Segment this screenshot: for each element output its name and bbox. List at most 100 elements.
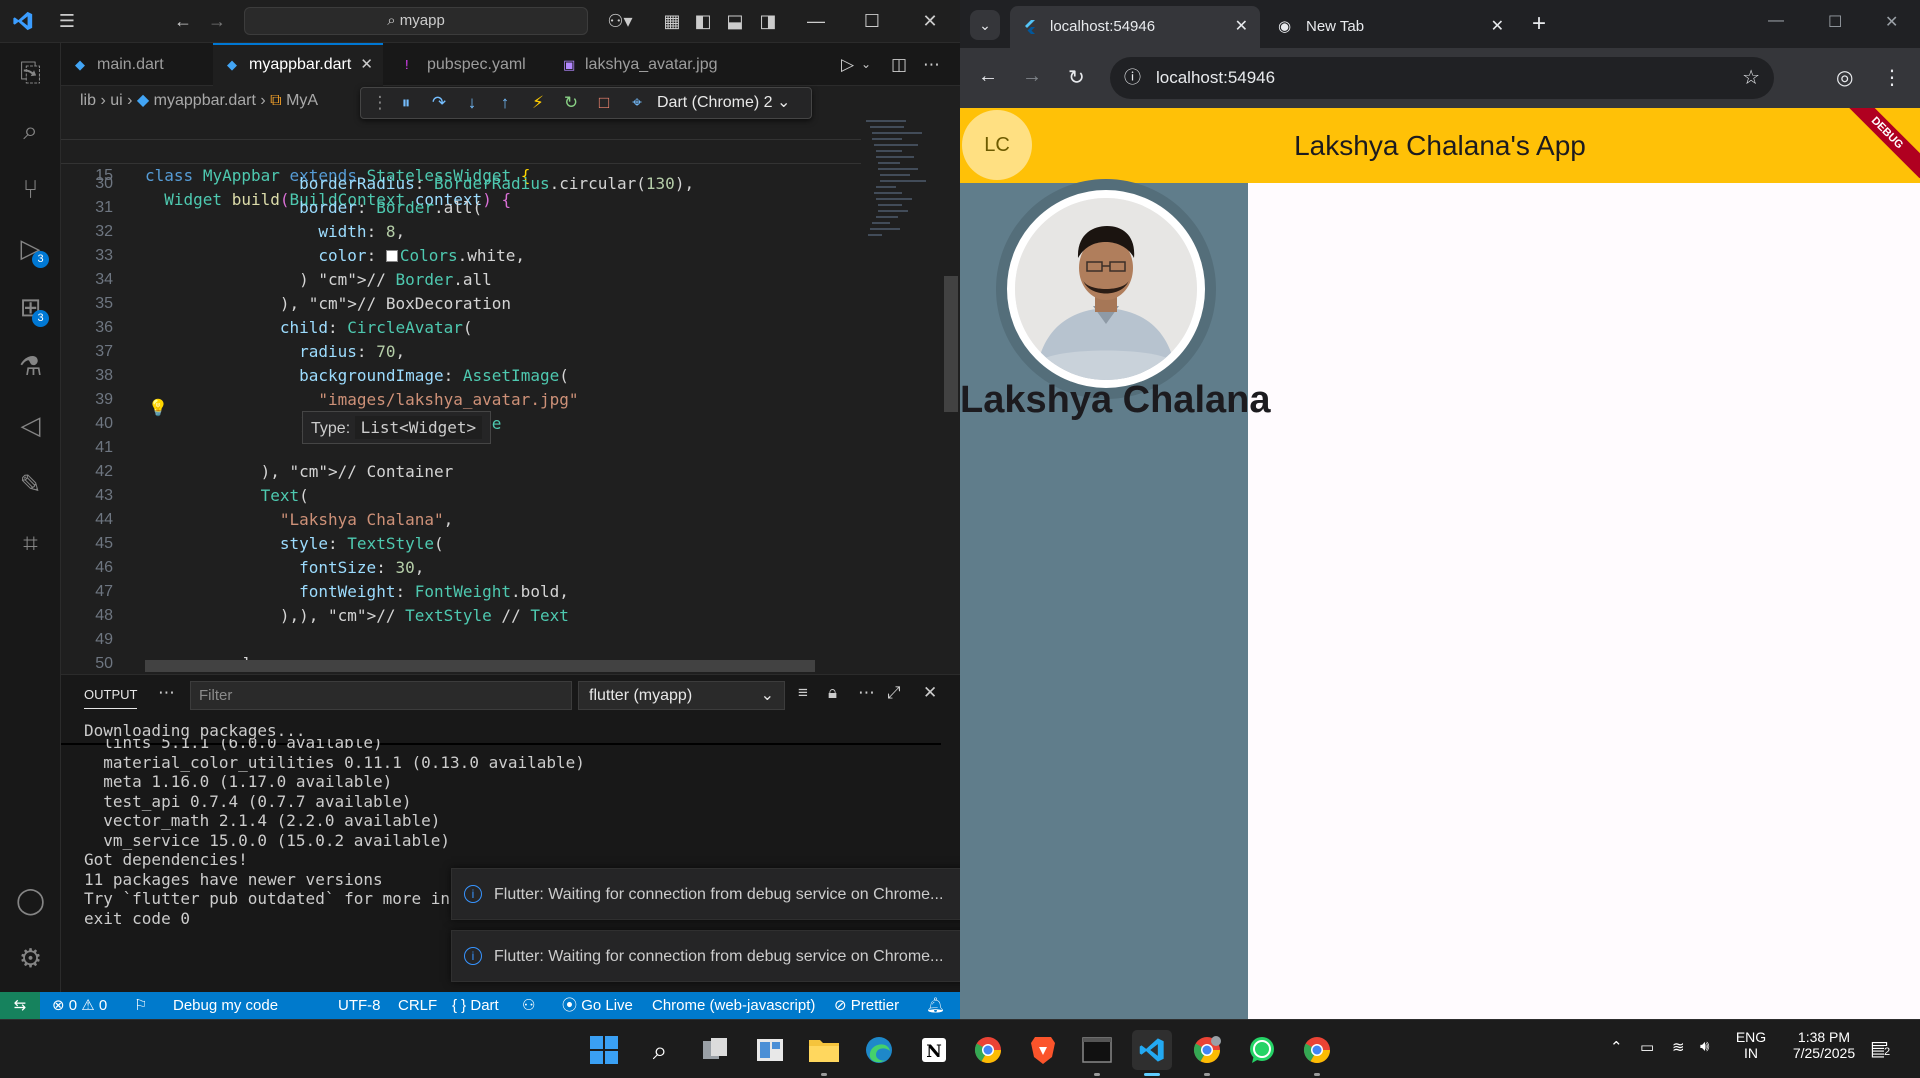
- toggle-secondary-sidebar-icon[interactable]: ◨: [755, 8, 781, 34]
- run-dropdown-icon[interactable]: ⌄: [861, 43, 871, 86]
- editor-scrollbar[interactable]: [944, 276, 958, 412]
- remote-indicator-icon[interactable]: ⇆: [0, 992, 40, 1019]
- edit-icon[interactable]: ✎: [0, 455, 61, 513]
- site-info-icon[interactable]: ⓘ: [1124, 57, 1141, 99]
- code-line[interactable]: 38 backgroundImage: AssetImage(: [61, 364, 861, 388]
- chrome-icon[interactable]: [968, 1030, 1008, 1070]
- sticky-line[interactable]: 7 class MyAppbar extends StatelessWidget…: [61, 116, 861, 185]
- debug-target-select[interactable]: Dart (Chrome) 2 ⌄: [657, 88, 790, 118]
- maximize-button[interactable]: ☐: [852, 6, 892, 36]
- extensions-icon[interactable]: ⊞ 3: [0, 278, 61, 336]
- more-actions-icon[interactable]: ⋯: [923, 43, 940, 86]
- run-icon[interactable]: ▷: [841, 43, 854, 86]
- close-panel-icon[interactable]: ✕: [923, 683, 937, 703]
- maximize-panel-icon[interactable]: ⤢: [887, 683, 901, 703]
- sticky-line[interactable]: 15 Widget build(BuildContext context) {: [61, 140, 861, 209]
- lightbulb-icon[interactable]: 💡: [148, 398, 168, 417]
- code-line[interactable]: 39 "images/lakshya_avatar.jpg": [61, 388, 861, 412]
- new-tab-plus-icon[interactable]: +: [1532, 10, 1546, 38]
- code-line[interactable]: 46 fontSize: 30,: [61, 556, 861, 580]
- reload-icon[interactable]: ↻: [1068, 65, 1085, 90]
- wifi-icon[interactable]: ≋: [1672, 1038, 1685, 1056]
- notification-toast[interactable]: i Flutter: Waiting for connection from de…: [451, 930, 1011, 982]
- file-explorer-icon[interactable]: [804, 1030, 844, 1076]
- device-status[interactable]: Chrome (web-javascript): [652, 992, 815, 1019]
- windows-start-icon[interactable]: [584, 1030, 624, 1070]
- restart-icon[interactable]: ↻: [556, 88, 586, 118]
- color-swatch[interactable]: [385, 250, 398, 262]
- more-icon[interactable]: ⋯: [158, 683, 175, 703]
- code-editor[interactable]: 7 class MyAppbar extends StatelessWidget…: [61, 116, 960, 674]
- minimize-button[interactable]: —: [796, 6, 836, 36]
- stop-icon[interactable]: □: [589, 88, 619, 118]
- back-arrow-icon[interactable]: ←: [170, 8, 196, 34]
- code-line[interactable]: 44 "Lakshya Chalana",: [61, 508, 861, 532]
- toggle-panel-icon[interactable]: ⬓: [722, 8, 748, 34]
- battery-icon[interactable]: ▭: [1640, 1038, 1654, 1056]
- close-button[interactable]: ✕: [910, 6, 950, 36]
- settings-gear-icon[interactable]: ⚙: [0, 929, 61, 987]
- code-line[interactable]: 32 width: 8,: [61, 220, 861, 244]
- breadcrumb-ui[interactable]: ui: [110, 92, 122, 109]
- testing-icon[interactable]: ⚗: [0, 337, 61, 395]
- toggle-sidebar-icon[interactable]: ◧: [690, 8, 716, 34]
- go-live-status[interactable]: ⦿ Go Live: [562, 992, 633, 1019]
- search-view-icon[interactable]: ⌕: [0, 101, 61, 159]
- account-icon[interactable]: ◯: [0, 871, 61, 929]
- task-view-icon[interactable]: [695, 1030, 735, 1070]
- code-line[interactable]: 30 borderRadius: BorderRadius.circular(1…: [61, 172, 861, 196]
- notion-icon[interactable]: N: [914, 1030, 954, 1070]
- problems-status[interactable]: ⊗ 0 ⚠ 0: [52, 992, 107, 1019]
- language-indicator[interactable]: ENG IN: [1734, 1029, 1768, 1061]
- back-arrow-icon[interactable]: ←: [978, 65, 998, 88]
- notification-center-icon[interactable]: ▤ 2: [1870, 1036, 1891, 1061]
- code-line[interactable]: 43 Text(: [61, 484, 861, 508]
- split-editor-icon[interactable]: ◫: [891, 43, 907, 86]
- forward-arrow-icon[interactable]: →: [1022, 65, 1042, 88]
- notifications-bell-icon[interactable]: 🔔︎: [926, 992, 945, 1019]
- prettier-status[interactable]: ⊘ Prettier: [834, 992, 899, 1019]
- brave-icon[interactable]: [1023, 1030, 1063, 1070]
- clock[interactable]: 1:38 PM 7/25/2025: [1784, 1029, 1864, 1061]
- maximize-button[interactable]: ☐: [1828, 12, 1842, 32]
- code-line[interactable]: 42 ), "cm">// Container: [61, 460, 861, 484]
- customize-layout-icon[interactable]: ▦: [659, 8, 685, 34]
- encoding-status[interactable]: UTF-8: [338, 992, 381, 1019]
- code-line[interactable]: 45 style: TextStyle(: [61, 532, 861, 556]
- breadcrumb-symbol[interactable]: MyA: [286, 92, 318, 109]
- step-over-icon[interactable]: ↷: [424, 88, 454, 118]
- forward-arrow-icon[interactable]: →: [204, 8, 230, 34]
- code-line[interactable]: 36 child: CircleAvatar(: [61, 316, 861, 340]
- output-channel-select[interactable]: flutter (myapp) ⌄: [578, 681, 785, 710]
- remote-explorer-icon[interactable]: ⌗: [0, 514, 61, 572]
- show-hidden-icons-chevron-icon[interactable]: ⌃: [1610, 1038, 1623, 1056]
- eol-status[interactable]: CRLF: [398, 992, 437, 1019]
- close-tab-icon[interactable]: ✕: [360, 45, 373, 84]
- chrome-tab-new-tab[interactable]: ◉ New Tab ✕: [1266, 6, 1516, 48]
- copilot-icon[interactable]: ⚇▾: [600, 8, 640, 34]
- step-into-icon[interactable]: ↓: [457, 88, 487, 118]
- run-debug-icon[interactable]: ▷ 3: [0, 219, 61, 277]
- menu-icon[interactable]: ☰: [54, 8, 80, 34]
- search-icon[interactable]: ⌕: [640, 1030, 680, 1070]
- hot-reload-icon[interactable]: ⚡: [523, 88, 553, 118]
- copilot-status-icon[interactable]: ⚇: [522, 992, 535, 1019]
- widgets-icon[interactable]: [750, 1030, 790, 1070]
- code-line[interactable]: 34 ) "cm">// Border.all: [61, 268, 861, 292]
- address-bar[interactable]: ⓘ localhost:54946 ☆: [1110, 57, 1774, 99]
- breadcrumb-file[interactable]: myappbar.dart: [154, 92, 256, 109]
- editor-horizontal-scrollbar[interactable]: [145, 660, 815, 672]
- chrome-icon[interactable]: [1297, 1030, 1337, 1076]
- chrome-tab-localhost[interactable]: localhost:54946 ✕: [1010, 6, 1260, 48]
- code-line[interactable]: 35 ), "cm">// BoxDecoration: [61, 292, 861, 316]
- command-center-search[interactable]: ⌕ myapp: [244, 7, 588, 35]
- tab-myappbar-dart[interactable]: ◆ myappbar.dart ✕: [213, 43, 383, 86]
- pause-icon[interactable]: ⏸: [391, 88, 421, 118]
- tab-output[interactable]: OUTPUT: [84, 687, 138, 709]
- chrome-menu-icon[interactable]: ⋮: [1882, 65, 1902, 90]
- avatar[interactable]: LC: [962, 110, 1032, 180]
- tab-main-dart[interactable]: ◆ main.dart: [61, 43, 211, 86]
- edge-browser-icon[interactable]: [859, 1030, 899, 1070]
- code-line[interactable]: 49: [61, 628, 861, 652]
- debug-config-status[interactable]: Debug my code: [173, 992, 278, 1019]
